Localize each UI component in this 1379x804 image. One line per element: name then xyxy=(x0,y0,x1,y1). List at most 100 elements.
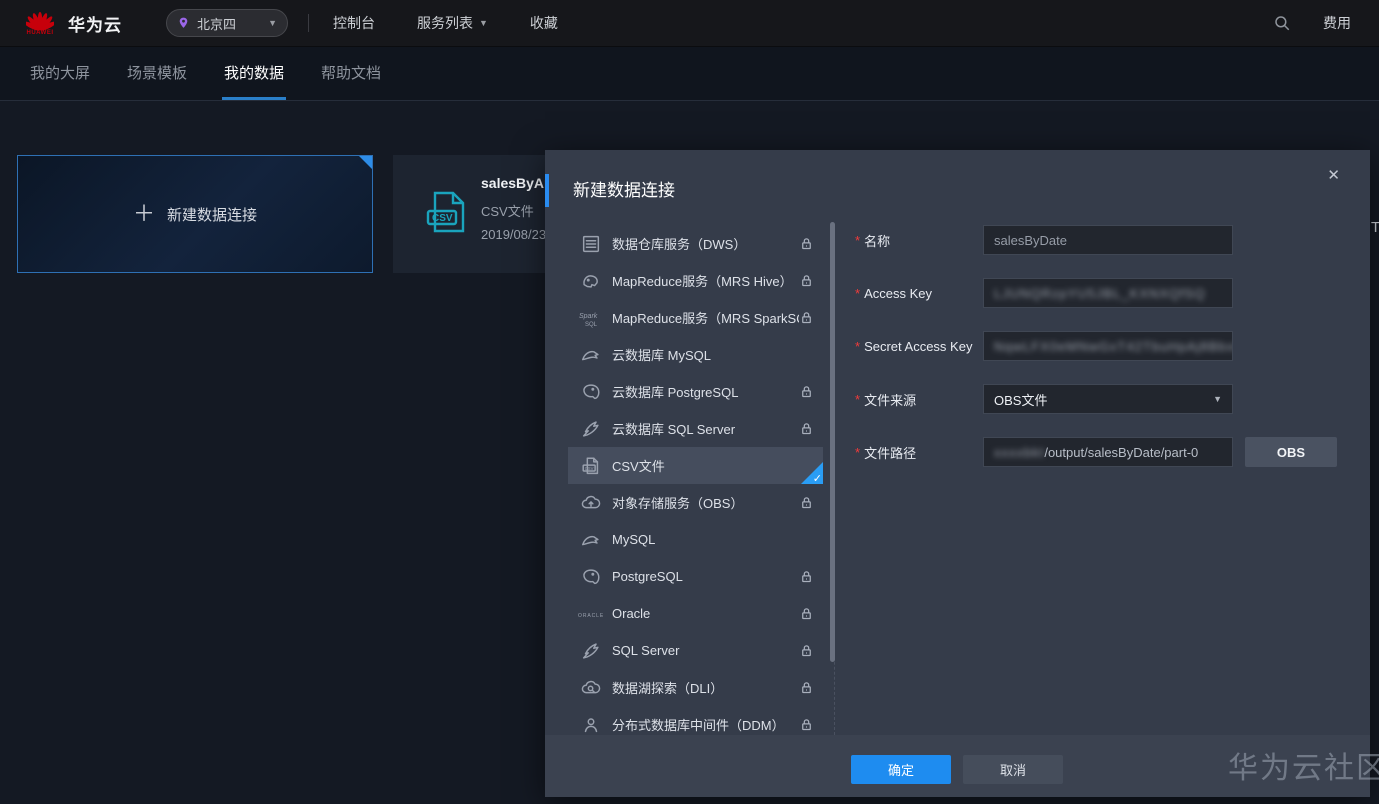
huawei-logo[interactable]: HUAWEI xyxy=(26,10,54,36)
nav-item-console[interactable]: 控制台 xyxy=(333,13,375,33)
datasource-label: CSV文件 xyxy=(612,459,665,474)
lock-icon xyxy=(802,719,811,731)
datasource-item-sqlserver[interactable]: 云数据库 SQL Server xyxy=(568,410,823,447)
datasource-item-mysql[interactable]: 云数据库 MySQL xyxy=(568,336,823,373)
dialog-footer: 确定 取消 华为云社区 xyxy=(545,735,1379,797)
dli-icon xyxy=(578,677,604,699)
lock-icon xyxy=(802,275,811,287)
form-row-file-source: * 文件来源 OBS文件 ▼ xyxy=(855,384,1233,414)
datasource-label: SQL Server xyxy=(612,643,680,658)
obs-browse-button[interactable]: OBS xyxy=(1245,437,1337,467)
datasource-item-oracle[interactable]: ORACLE Oracle xyxy=(568,595,823,632)
datasource-item-postgresql[interactable]: PostgreSQL xyxy=(568,558,823,595)
form-row-file-path: * 文件路径 xxxxbkt/output/salesByDate/part-0 xyxy=(855,437,1233,467)
required-asterisk: * xyxy=(855,232,861,248)
location-pin-icon xyxy=(179,17,188,28)
masked-value: NqwLFX0eMNwGxT42TbuHpAj8BbxBxd xyxy=(994,338,1233,354)
community-watermark: 华为云社区 xyxy=(1228,752,1379,785)
access-key-label: Access Key xyxy=(864,285,932,301)
huawei-flower-icon xyxy=(26,12,54,31)
datasource-label: 对象存储服务（OBS） xyxy=(612,496,744,511)
cancel-button[interactable]: 取消 xyxy=(963,755,1063,784)
lock-icon xyxy=(802,645,811,657)
datasource-item-mysql[interactable]: MySQL xyxy=(568,521,823,558)
clipped-text: T xyxy=(1371,219,1379,236)
dialog-title: 新建数据连接 xyxy=(573,181,675,200)
nav-item-favorites[interactable]: 收藏 xyxy=(530,13,558,33)
close-icon[interactable]: ✕ xyxy=(1323,162,1344,188)
required-asterisk: * xyxy=(855,285,861,301)
lock-icon xyxy=(802,608,811,620)
mysql-icon xyxy=(578,529,604,551)
svg-text:CSV: CSV xyxy=(585,465,594,470)
ok-button[interactable]: 确定 xyxy=(851,755,951,784)
svg-text:CSV: CSV xyxy=(432,213,453,224)
datasource-item-sqlserver[interactable]: SQL Server xyxy=(568,632,823,669)
title-accent-bar xyxy=(545,174,549,207)
search-icon xyxy=(1275,16,1290,31)
plus-icon: ＋ xyxy=(132,201,155,226)
datasource-item-spark-sql[interactable]: Spark SQL MapReduce服务（MRS SparkSQL） xyxy=(568,299,823,336)
file-path-label: 文件路径 xyxy=(864,445,917,461)
mrs-hive-icon xyxy=(578,270,604,292)
tab-3[interactable]: 帮助文档 xyxy=(319,62,383,100)
tab-2[interactable]: 我的数据 xyxy=(222,62,287,100)
sqlserver-icon xyxy=(578,418,604,440)
obs-icon xyxy=(578,492,604,514)
datasource-item-mrs-hive[interactable]: MapReduce服务（MRS Hive） xyxy=(568,262,823,299)
huawei-wordmark: HUAWEI xyxy=(26,30,54,36)
datasource-label: MySQL xyxy=(612,532,656,547)
datasource-item-dli[interactable]: 数据湖探索（DLI） xyxy=(568,669,823,706)
dws-icon xyxy=(578,233,604,255)
form-row-name: * 名称 xyxy=(855,225,1233,255)
datasource-item-obs[interactable]: 对象存储服务（OBS） xyxy=(568,484,823,521)
region-selector[interactable]: 北京四 ▼ xyxy=(166,9,288,37)
billing-link[interactable]: 费用 xyxy=(1323,13,1351,33)
nav-item-service-list[interactable]: 服务列表 ▼ xyxy=(417,13,488,33)
oracle-icon: ORACLE xyxy=(578,603,604,625)
form-row-secret-key: * Secret Access Key NqwLFX0eMNwGxT42TbuHp… xyxy=(855,331,1233,361)
datasource-label: 数据湖探索（DLI） xyxy=(612,681,724,696)
name-input[interactable] xyxy=(983,225,1233,255)
form-row-access-key: * Access Key LJUNQRzpYU5JBL_KXNXQfSQ xyxy=(855,278,1233,308)
new-connection-dialog: 新建数据连接 ✕ 数据仓库服务（DWS） MapReduce服务（MRS Hive… xyxy=(545,150,1379,797)
svg-text:Spark: Spark xyxy=(579,313,598,320)
secret-key-label: Secret Access Key xyxy=(864,338,973,354)
scrollbar-thumb[interactable] xyxy=(830,222,835,662)
datasource-item-postgresql[interactable]: 云数据库 PostgreSQL xyxy=(568,373,823,410)
tab-1[interactable]: 场景模板 xyxy=(125,62,189,100)
svg-text:ORACLE: ORACLE xyxy=(578,612,604,618)
lock-icon xyxy=(802,312,811,324)
tab-0[interactable]: 我的大屏 xyxy=(28,62,92,100)
access-key-input[interactable]: LJUNQRzpYU5JBL_KXNXQfSQ xyxy=(983,278,1233,308)
lock-icon xyxy=(802,238,811,250)
mysql-icon xyxy=(578,344,604,366)
datasource-item-csv[interactable]: CSV CSV文件 ✓ xyxy=(568,447,823,485)
chevron-down-icon: ▼ xyxy=(479,18,488,28)
file-source-select[interactable]: OBS文件 ▼ xyxy=(983,384,1233,414)
file-source-value: OBS文件 xyxy=(994,392,1048,408)
lock-icon xyxy=(802,386,811,398)
datasource-label: 云数据库 MySQL xyxy=(612,348,711,363)
required-asterisk: * xyxy=(855,444,861,460)
tab-bar: 我的大屏 场景模板 我的数据 帮助文档 xyxy=(0,47,1379,101)
datasource-label: 数据仓库服务（DWS） xyxy=(612,237,747,252)
datasource-item-dws[interactable]: 数据仓库服务（DWS） xyxy=(568,225,823,262)
file-path-input[interactable]: xxxxbkt/output/salesByDate/part-0 xyxy=(983,437,1233,467)
datasource-label: 分布式数据库中间件（DDM） xyxy=(612,718,785,733)
search-button[interactable] xyxy=(1273,14,1291,32)
lock-icon xyxy=(802,682,811,694)
brand-title[interactable]: 华为云 xyxy=(68,11,122,36)
lock-icon xyxy=(802,571,811,583)
ddm-icon xyxy=(578,714,604,736)
postgresql-icon xyxy=(578,381,604,403)
datasource-item-ddm[interactable]: 分布式数据库中间件（DDM） xyxy=(568,706,823,735)
csv-icon: CSV xyxy=(578,455,604,477)
connection-title: salesByAr xyxy=(481,175,550,191)
datasource-label: 云数据库 SQL Server xyxy=(612,422,736,437)
new-data-connection-card[interactable]: ＋ 新建数据连接 xyxy=(17,155,373,273)
required-asterisk: * xyxy=(855,391,861,407)
datasource-list: 数据仓库服务（DWS） MapReduce服务（MRS Hive） Spark SQL… xyxy=(568,225,823,735)
secret-key-input[interactable]: NqwLFX0eMNwGxT42TbuHpAj8BbxBxd xyxy=(983,331,1233,361)
service-list-label: 服务列表 xyxy=(417,15,473,31)
